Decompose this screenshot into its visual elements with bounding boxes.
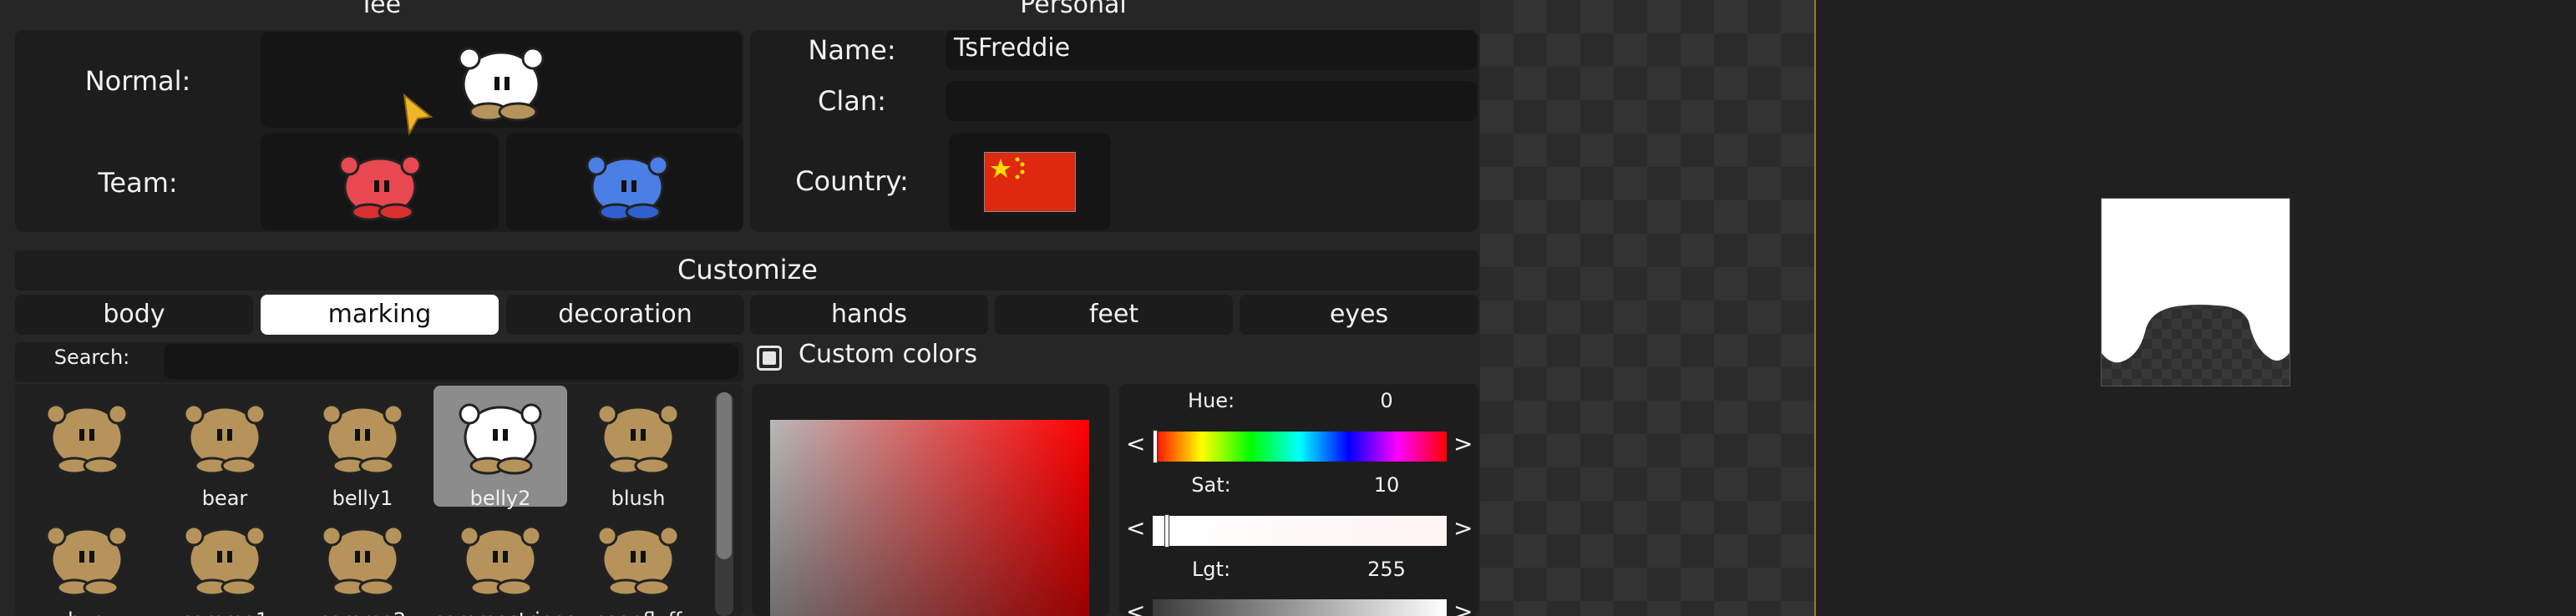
lgt-slider[interactable]	[1153, 599, 1447, 616]
grid-scrollbar-thumb[interactable]	[717, 392, 732, 559]
tab-marking[interactable]: marking	[261, 295, 499, 335]
sat-slider[interactable]	[1153, 514, 1447, 548]
marking-item-label: coonfluff	[571, 608, 705, 616]
marking-item[interactable]: cammo2	[296, 507, 429, 616]
tee-preview-icon	[459, 403, 542, 475]
sat-value: 10	[1373, 473, 1400, 497]
transparent-backdrop	[1480, 0, 1814, 616]
name-label: Name:	[808, 34, 896, 66]
tab-body[interactable]: body	[15, 295, 253, 335]
custom-colors-label: Custom colors	[799, 340, 977, 369]
lgt-decrease-button[interactable]: <	[1126, 598, 1145, 616]
tee-preview-icon	[596, 403, 680, 475]
marking-item[interactable]: belly2	[434, 386, 567, 510]
tab-feet[interactable]: feet	[995, 295, 1233, 335]
red-tee-icon	[338, 154, 422, 221]
marking-item[interactable]: blush	[571, 386, 705, 510]
marking-item[interactable]: belly1	[296, 386, 429, 510]
country-selector[interactable]	[949, 134, 1111, 230]
marking-preview	[2101, 198, 2290, 386]
tee-preview-icon	[45, 403, 129, 475]
marking-item-label: belly2	[469, 487, 531, 510]
marking-item-label: cammostripes	[434, 608, 576, 616]
marking-item-label: bug	[20, 608, 154, 616]
tee-preview-icon	[321, 525, 404, 597]
hue-slider[interactable]	[1153, 430, 1447, 463]
skin-menu: Tee Normal: Team: Personal Name: TsFredd…	[0, 0, 1480, 616]
tab-decoration[interactable]: decoration	[506, 295, 744, 335]
hsl-sliders-panel	[1119, 384, 1478, 616]
hue-increase-button[interactable]: >	[1453, 430, 1473, 457]
grid-scrollbar-track[interactable]	[715, 392, 733, 616]
marking-item[interactable]	[20, 386, 154, 507]
clan-input[interactable]	[946, 81, 1477, 121]
tee-preview-icon	[321, 403, 404, 475]
hue-value: 0	[1380, 389, 1393, 412]
hue-decrease-button[interactable]: <	[1126, 430, 1145, 457]
sat-label: Sat:	[1191, 473, 1231, 497]
marking-shape-icon	[2102, 199, 2289, 363]
search-label: Search:	[53, 346, 130, 369]
marking-item-label: cammo2	[296, 608, 429, 616]
normal-label: Normal:	[84, 65, 191, 97]
name-value: TsFreddie	[954, 33, 1071, 63]
customize-title: Customize	[677, 254, 818, 285]
tab-hands[interactable]: hands	[750, 295, 988, 335]
marking-item-label: bear	[201, 487, 248, 510]
saturation-lightness-picker[interactable]	[770, 420, 1089, 616]
search-input[interactable]	[164, 344, 738, 379]
lgt-label: Lgt:	[1191, 558, 1231, 581]
tee-section-title: Tee	[358, 0, 402, 19]
team-label: Team:	[98, 167, 178, 199]
hue-slider-handle[interactable]	[1153, 430, 1158, 463]
marking-item[interactable]: bear	[158, 386, 292, 510]
mouse-cursor-icon	[403, 93, 434, 137]
team-blue-cell[interactable]	[506, 134, 743, 230]
marking-item[interactable]: cammo1	[158, 507, 292, 616]
china-flag-icon	[984, 152, 1076, 212]
tee-preview-icon	[45, 525, 129, 597]
lgt-increase-button[interactable]: >	[1453, 598, 1473, 616]
marking-item[interactable]: bug	[20, 507, 154, 616]
tee-preview-icon	[596, 525, 680, 597]
tee-preview-icon	[183, 403, 266, 475]
tee-preview-icon	[183, 525, 266, 597]
marking-item[interactable]: cammostripes	[434, 507, 576, 616]
checkbox-check	[763, 351, 776, 365]
clan-label: Clan:	[818, 85, 886, 117]
sat-slider-handle[interactable]	[1164, 514, 1169, 548]
country-label: Country:	[795, 165, 909, 197]
personal-section-title: Personal	[1020, 0, 1127, 19]
lgt-value: 255	[1367, 558, 1406, 581]
blue-tee-icon	[586, 154, 669, 221]
name-input[interactable]: TsFreddie	[946, 30, 1477, 70]
team-red-cell[interactable]	[261, 134, 499, 230]
custom-colors-checkbox[interactable]	[757, 346, 782, 371]
tab-eyes[interactable]: eyes	[1240, 295, 1478, 335]
marking-item-label: cammo1	[158, 608, 292, 616]
sat-decrease-button[interactable]: <	[1126, 514, 1145, 542]
marking-item-label: belly1	[332, 487, 393, 510]
normal-tee-icon	[458, 47, 545, 122]
normal-tee-cell[interactable]	[261, 32, 742, 128]
tee-preview-icon	[459, 525, 542, 597]
marking-item[interactable]: coonfluff	[571, 507, 705, 616]
marking-item-label: blush	[611, 487, 666, 510]
sat-increase-button[interactable]: >	[1453, 514, 1473, 542]
hue-label: Hue:	[1187, 389, 1235, 412]
